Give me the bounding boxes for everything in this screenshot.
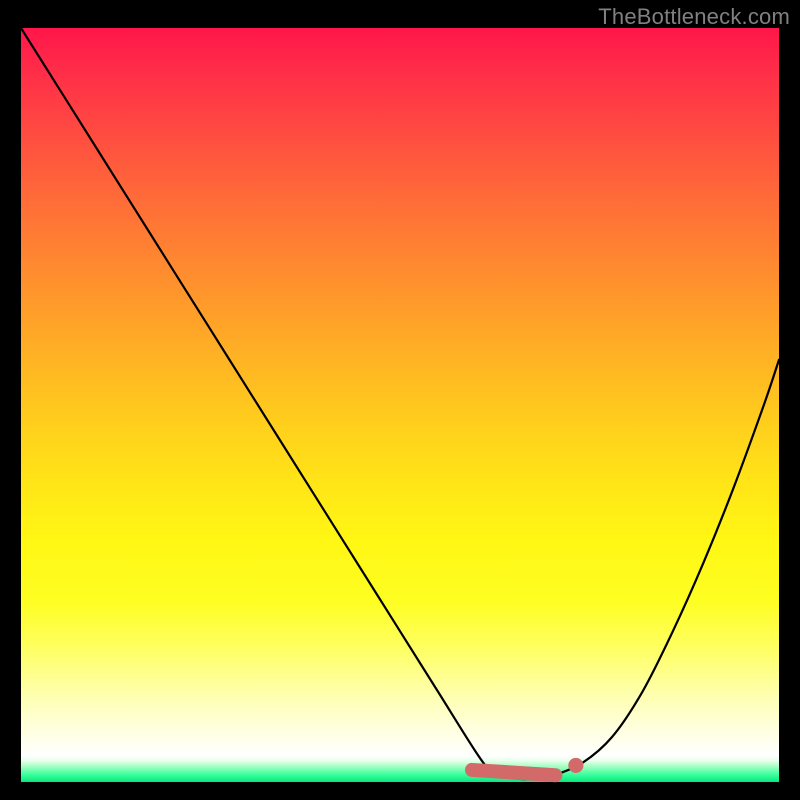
watermark-text: TheBottleneck.com	[598, 4, 790, 30]
chart-svg	[21, 28, 779, 782]
bottleneck-curve	[21, 28, 779, 779]
plot-area	[21, 28, 779, 782]
chart-frame: TheBottleneck.com	[0, 0, 800, 800]
optimal-point-marker	[568, 758, 583, 773]
optimal-range-marker	[472, 770, 555, 775]
